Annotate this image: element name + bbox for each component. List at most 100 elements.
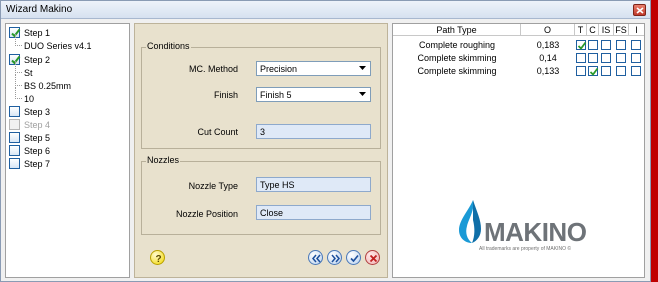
tree-item-step-5[interactable]: Step 5 — [6, 132, 126, 144]
tree-child-duo[interactable]: DUO Series v4.1 — [15, 34, 125, 52]
nozzle-position-field[interactable]: Close — [256, 205, 371, 220]
flag-fs-checkbox[interactable] — [616, 53, 626, 63]
cancel-button[interactable] — [365, 250, 380, 265]
fast-forward-icon — [331, 254, 340, 263]
header-o[interactable]: O — [521, 24, 575, 36]
tree-item-step-7[interactable]: Step 7 — [6, 158, 126, 170]
step-1-label: Step 1 — [24, 28, 51, 38]
nozzle-position-label: Nozzle Position — [175, 209, 238, 219]
o-value-cell: 0,183 — [536, 40, 560, 50]
step-6-label: Step 6 — [24, 146, 51, 156]
window-title: Wizard Makino — [6, 4, 73, 15]
flag-t-checkbox[interactable] — [576, 66, 586, 76]
tree-item-step-2[interactable]: Step 2 — [6, 54, 126, 66]
tree-branch-line — [15, 87, 22, 99]
water-drop-icon — [459, 200, 481, 243]
first-step-button[interactable] — [308, 250, 323, 265]
step-4-label: Step 4 — [24, 120, 51, 130]
cut-count-label: Cut Count — [197, 127, 238, 137]
flag-i-checkbox[interactable] — [631, 53, 641, 63]
dropdown-button[interactable] — [356, 89, 369, 100]
finish-label: Finish — [213, 90, 238, 100]
table-row[interactable]: Complete skimming 0,14 — [393, 53, 644, 64]
path-type-cell: Complete skimming — [417, 53, 497, 63]
tree-child-bs[interactable]: BS 0.25mm — [15, 74, 125, 92]
step-6-checkbox[interactable] — [9, 145, 20, 156]
finish-select[interactable]: Finish 5 — [256, 87, 371, 102]
step-7-label: Step 7 — [24, 159, 51, 169]
o-value-cell: 0,133 — [536, 66, 560, 76]
tree-branch-line — [15, 74, 22, 86]
tree-child-label: St — [24, 68, 33, 78]
table-row[interactable]: Complete roughing 0,183 — [393, 40, 644, 51]
finish-value: Finish 5 — [260, 90, 292, 100]
path-table-header: Path Type O T C IS FS I — [393, 24, 644, 36]
step-5-checkbox[interactable] — [9, 132, 20, 143]
header-is[interactable]: IS — [599, 24, 614, 36]
flag-is-checkbox[interactable] — [601, 66, 611, 76]
flag-fs-checkbox[interactable] — [616, 66, 626, 76]
header-c[interactable]: C — [587, 24, 599, 36]
conditions-title: Conditions — [146, 41, 191, 51]
tree-branch-line — [15, 61, 22, 73]
nozzle-type-label: Nozzle Type — [188, 181, 238, 191]
header-t[interactable]: T — [575, 24, 587, 36]
chevron-down-icon — [359, 92, 366, 96]
checkmark-icon — [350, 254, 359, 263]
path-type-cell: Complete skimming — [417, 66, 497, 76]
chevron-down-icon — [359, 66, 366, 70]
wizard-window: Wizard Makino Step 1 DUO Series v4.1 Ste… — [0, 0, 651, 282]
o-value-cell: 0,14 — [539, 53, 557, 63]
conditions-group: Conditions MC. Method Precision Finish F… — [141, 41, 381, 149]
header-path-type[interactable]: Path Type — [393, 24, 521, 36]
step-2-label: Step 2 — [24, 55, 51, 65]
step-3-label: Step 3 — [24, 107, 51, 117]
mc-method-select[interactable]: Precision — [256, 61, 371, 76]
step-tree[interactable]: Step 1 DUO Series v4.1 Step 2 St BS 0.25… — [5, 23, 130, 278]
checkmark-icon — [577, 41, 587, 50]
help-icon: ? — [155, 254, 161, 265]
tree-item-step-3[interactable]: Step 3 — [6, 106, 126, 118]
flag-c-checkbox[interactable] — [588, 40, 598, 50]
nozzle-type-value: Type HS — [260, 180, 295, 190]
tree-child-st[interactable]: St — [15, 61, 125, 79]
tree-item-step-6[interactable]: Step 6 — [6, 145, 126, 157]
help-button[interactable]: ? — [150, 250, 165, 265]
tree-child-10[interactable]: 10 — [15, 87, 125, 105]
flag-i-checkbox[interactable] — [631, 66, 641, 76]
tree-branch-line — [15, 34, 22, 46]
step-7-checkbox[interactable] — [9, 158, 20, 169]
trademark-note: All trademarks are property of MAKINO © — [479, 246, 572, 252]
close-icon — [636, 7, 644, 14]
header-fs[interactable]: FS — [614, 24, 629, 36]
dropdown-button[interactable] — [356, 63, 369, 74]
nozzle-position-value: Close — [260, 208, 284, 218]
flag-fs-checkbox[interactable] — [616, 40, 626, 50]
flag-i-checkbox[interactable] — [631, 40, 641, 50]
step-4-checkbox[interactable] — [9, 119, 20, 130]
header-i[interactable]: I — [629, 24, 644, 36]
tree-item-step-1[interactable]: Step 1 — [6, 27, 126, 39]
tree-child-label: 10 — [24, 94, 35, 104]
rewind-icon — [312, 254, 321, 263]
flag-c-checkbox[interactable] — [588, 53, 598, 63]
next-step-button[interactable] — [327, 250, 342, 265]
ok-button[interactable] — [346, 250, 361, 265]
step-5-label: Step 5 — [24, 133, 51, 143]
flag-t-checkbox[interactable] — [576, 40, 587, 50]
settings-panel: Conditions MC. Method Precision Finish F… — [134, 23, 388, 278]
cut-count-field[interactable]: 3 — [256, 124, 371, 139]
table-row[interactable]: Complete skimming 0,133 — [393, 66, 644, 77]
flag-is-checkbox[interactable] — [601, 40, 611, 50]
step-3-checkbox[interactable] — [9, 106, 20, 117]
tree-item-step-4[interactable]: Step 4 — [6, 119, 126, 131]
flag-is-checkbox[interactable] — [601, 53, 611, 63]
nozzles-group: Nozzles Nozzle Type Type HS Nozzle Posit… — [141, 155, 381, 235]
nozzle-type-field[interactable]: Type HS — [256, 177, 371, 192]
title-bar[interactable]: Wizard Makino — [1, 1, 650, 19]
background-edge — [651, 0, 658, 282]
flag-t-checkbox[interactable] — [576, 53, 586, 63]
close-button[interactable] — [633, 4, 646, 16]
mc-method-label: MC. Method — [188, 64, 238, 74]
flag-c-checkbox[interactable] — [588, 66, 599, 76]
